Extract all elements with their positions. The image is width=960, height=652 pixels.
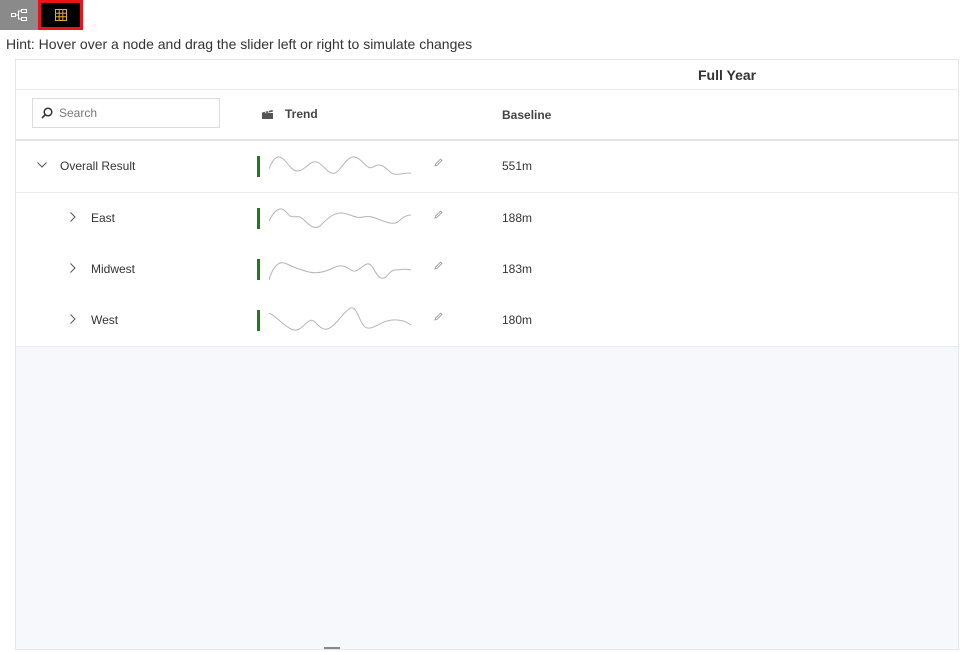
table-row[interactable]: West 180m <box>16 295 958 347</box>
search-input[interactable] <box>57 105 211 121</box>
pencil-icon[interactable] <box>434 312 443 321</box>
period-header: Full Year <box>698 67 757 83</box>
resize-handle[interactable] <box>324 647 340 649</box>
table-row[interactable]: East 188m <box>16 193 958 245</box>
row-label: West <box>91 313 119 327</box>
row-label: Midwest <box>91 262 136 276</box>
row-label: Overall Result <box>60 159 136 173</box>
search-icon <box>41 107 53 119</box>
period-header-row: Full Year <box>16 60 958 90</box>
status-bar <box>257 310 260 331</box>
chevron-down-icon[interactable] <box>36 159 48 171</box>
grid-view-icon <box>54 9 67 21</box>
column-header-row: Trend Baseline <box>16 89 958 141</box>
trend-header-label: Trend <box>285 107 318 121</box>
baseline-value: 183m <box>502 262 533 276</box>
sparkline-chart[interactable] <box>269 149 414 183</box>
view-toggle <box>0 0 83 30</box>
clapperboard-icon <box>262 109 273 119</box>
status-bar <box>257 259 260 280</box>
grid-view-button[interactable] <box>38 0 83 30</box>
status-bar <box>257 156 260 177</box>
sparkline-chart[interactable] <box>269 303 414 337</box>
chevron-right-icon[interactable] <box>67 211 79 223</box>
chevron-right-icon[interactable] <box>67 262 79 274</box>
table-row[interactable]: Overall Result 551m <box>16 141 958 193</box>
data-grid: Full Year Trend Baseline <box>15 59 959 650</box>
grid-body: Full Year Trend Baseline <box>16 60 958 347</box>
sparkline-chart[interactable] <box>269 252 414 286</box>
tree-view-icon <box>11 9 27 21</box>
pencil-icon[interactable] <box>434 158 443 167</box>
baseline-value: 551m <box>502 159 533 173</box>
search-box[interactable] <box>32 98 220 128</box>
baseline-column-header[interactable]: Baseline <box>502 108 551 122</box>
pencil-icon[interactable] <box>434 261 443 270</box>
row-label: East <box>91 211 116 225</box>
sparkline-chart[interactable] <box>269 201 414 235</box>
status-bar <box>257 208 260 229</box>
baseline-value: 180m <box>502 313 533 327</box>
hint-text: Hint: Hover over a node and drag the sli… <box>6 36 473 52</box>
tree-view-button[interactable] <box>0 0 38 30</box>
chevron-right-icon[interactable] <box>67 313 79 325</box>
pencil-icon[interactable] <box>434 210 443 219</box>
table-row[interactable]: Midwest 183m <box>16 244 958 296</box>
baseline-value: 188m <box>502 211 533 225</box>
trend-column-header[interactable]: Trend <box>262 107 318 121</box>
